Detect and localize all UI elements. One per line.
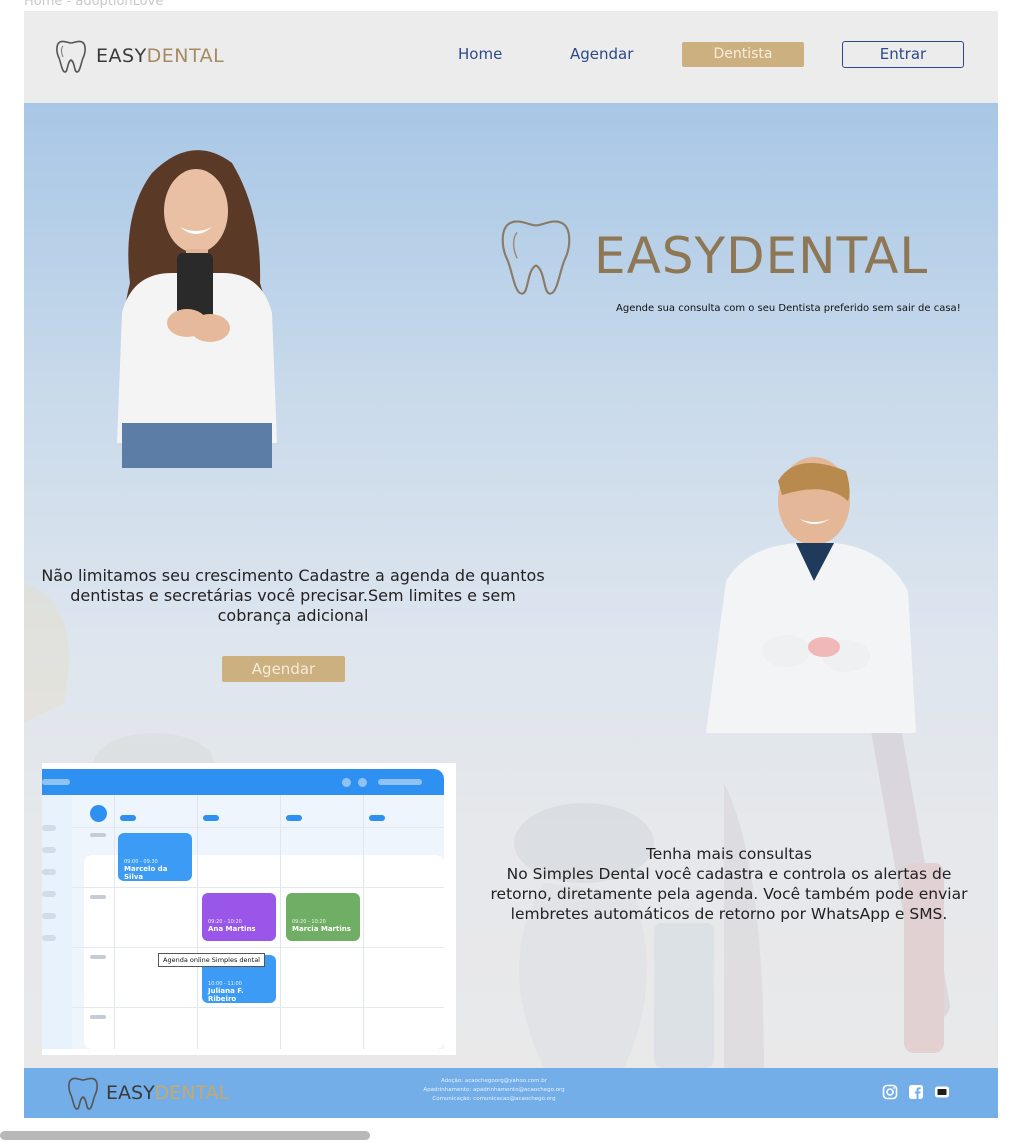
contact-apadrinhamento[interactable]: Apadrinhamento: apadrinhamento@acaochego… <box>404 1086 584 1095</box>
horizontal-scrollbar[interactable] <box>0 1131 370 1140</box>
feature-body: No Simples Dental você cadastra e contro… <box>490 865 968 923</box>
facebook-icon[interactable] <box>908 1084 924 1100</box>
feature-text-block: Tenha mais consultas No Simples Dental v… <box>484 844 974 924</box>
nav-home[interactable]: Home <box>458 45 502 63</box>
instagram-icon[interactable] <box>882 1084 898 1100</box>
footer-logo-text: EASYDENTAL <box>106 1082 230 1104</box>
calendar-avatar <box>90 805 107 822</box>
dentist-photo <box>706 457 916 733</box>
hero-section: EASYDENTAL Agende sua consulta com o seu… <box>24 103 998 1068</box>
agendar-cta-button[interactable]: Agendar <box>222 656 345 682</box>
tooth-logo-icon <box>56 40 86 73</box>
entrar-button[interactable]: Entrar <box>842 41 964 68</box>
calendar-sidebar <box>42 795 72 1049</box>
appointment-card: 09:00 - 09:30 Marcelo da Silva <box>118 833 192 881</box>
appointment-card: 09:20 - 10:20 Ana Martins <box>202 893 276 941</box>
hero-tagline: Agende sua consulta com o seu Dentista p… <box>616 303 961 314</box>
image-alt-tooltip: Agenda online Simples dental <box>158 953 265 967</box>
woman-with-phone-photo <box>117 150 277 468</box>
hero-brand-logo: EASYDENTAL <box>496 213 928 299</box>
hero-headline: Não limitamos seu crescimento Cadastre a… <box>41 566 545 625</box>
calendar-topbar <box>42 769 444 795</box>
youtube-icon[interactable] <box>934 1084 950 1100</box>
footer-contacts: Adoção: acaochegoorg@yahoo.com.br Apadri… <box>404 1077 584 1104</box>
hero-brand-text: EASYDENTAL <box>594 227 929 285</box>
nav-agendar[interactable]: Agendar <box>570 45 633 63</box>
header-logo[interactable]: EASYDENTAL <box>54 38 224 74</box>
page-frame: EASYDENTAL Home Agendar Dentista Entrar <box>24 11 998 1118</box>
appointment-card: 09:20 - 10:20 Marcia Martins <box>286 893 360 941</box>
contact-adocao[interactable]: Adoção: acaochegoorg@yahoo.com.br <box>404 1077 584 1086</box>
footer-logo[interactable]: EASYDENTAL <box>66 1075 229 1111</box>
browser-tab-title: Home - adoptionLove <box>24 0 164 9</box>
dentista-button[interactable]: Dentista <box>682 42 804 67</box>
contact-comunicacao[interactable]: Comunicação: comunicacao@acaochego.org <box>404 1095 584 1104</box>
tooth-logo-icon <box>68 1077 98 1110</box>
site-footer: EASYDENTAL Adoção: acaochegoorg@yahoo.co… <box>24 1068 998 1118</box>
tooth-logo-icon <box>501 220 571 295</box>
feature-title: Tenha mais consultas <box>645 845 813 863</box>
calendar-mockup-image: 09:00 - 09:30 Marcelo da Silva 09:20 - 1… <box>42 763 456 1055</box>
site-header: EASYDENTAL Home Agendar Dentista Entrar <box>24 11 998 103</box>
calendar-body <box>84 855 444 1049</box>
header-logo-text: EASYDENTAL <box>96 45 225 67</box>
social-links <box>882 1084 950 1100</box>
